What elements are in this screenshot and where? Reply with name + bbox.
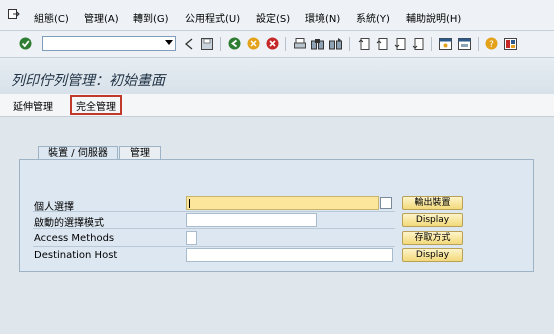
access-methods-label: Access Methods <box>34 233 115 244</box>
next-page-icon[interactable] <box>393 37 406 50</box>
row-divider <box>33 228 395 229</box>
chevron-down-icon[interactable] <box>165 40 173 45</box>
page-title: 列印佇列管理：初始畫面 <box>11 73 165 89</box>
menu-system[interactable]: 系統(Y) <box>356 10 390 25</box>
access-methods-field[interactable] <box>186 231 197 245</box>
enter-icon[interactable] <box>19 37 32 50</box>
destination-host-display-button[interactable]: Display <box>402 248 463 262</box>
history-back-icon[interactable] <box>182 37 195 50</box>
previous-page-icon[interactable] <box>375 37 388 50</box>
find-next-icon[interactable] <box>329 37 342 50</box>
new-session-icon[interactable] <box>439 37 452 50</box>
help-icon[interactable]: ? <box>485 37 498 50</box>
shortcut-icon[interactable] <box>458 37 471 50</box>
menu-utilities[interactable]: 公用程式(U) <box>185 10 240 25</box>
row-divider <box>33 211 395 212</box>
find-icon[interactable] <box>311 37 324 50</box>
text-cursor <box>189 199 190 208</box>
menu-administration[interactable]: 管理(A) <box>84 10 119 25</box>
layout-icon[interactable] <box>504 37 517 50</box>
value-help-icon[interactable] <box>380 197 392 209</box>
menu-help[interactable]: 輔助說明(H) <box>406 10 461 25</box>
row-divider <box>33 246 395 247</box>
personal-selection-field[interactable] <box>186 196 379 210</box>
svg-text:?: ? <box>489 40 494 50</box>
menu-configuration[interactable]: 組態(C) <box>34 10 69 25</box>
selection-mode-label: 啟動的選擇模式 <box>34 218 104 229</box>
standard-toolbar: ? <box>0 31 554 58</box>
output-device-button[interactable]: 輸出裝置 <box>402 196 463 210</box>
tab-administration[interactable]: 管理 <box>119 146 161 160</box>
toolbar-separator <box>431 37 432 51</box>
command-field[interactable] <box>42 36 176 51</box>
print-icon[interactable] <box>293 37 306 50</box>
status-area <box>0 290 554 334</box>
full-admin-button[interactable]: 完全管理 <box>76 98 116 113</box>
exit-icon[interactable] <box>247 37 260 50</box>
menu-bar: 組態(C) 管理(A) 轉到(G) 公用程式(U) 設定(S) 環境(N) 系統… <box>0 0 554 31</box>
toolbar-separator <box>220 37 221 51</box>
back-icon[interactable] <box>228 37 241 50</box>
selection-mode-display-button[interactable]: Display <box>402 213 463 227</box>
extended-admin-button[interactable]: 延伸管理 <box>13 98 53 113</box>
tab-devices-servers[interactable]: 裝置 / 伺服器 <box>38 146 118 160</box>
first-page-icon[interactable] <box>357 37 370 50</box>
menu-environment[interactable]: 環境(N) <box>305 10 340 25</box>
toolbar-separator <box>349 37 350 51</box>
destination-host-field[interactable] <box>186 248 393 262</box>
selection-mode-field[interactable] <box>186 213 317 227</box>
menu-exit-icon[interactable] <box>8 9 20 19</box>
cancel-icon[interactable] <box>266 37 279 50</box>
menu-goto[interactable]: 轉到(G) <box>133 10 169 25</box>
save-icon[interactable] <box>200 37 213 50</box>
menu-settings[interactable]: 設定(S) <box>256 10 290 25</box>
access-methods-button[interactable]: 存取方式 <box>402 231 463 245</box>
toolbar-separator <box>285 37 286 51</box>
last-page-icon[interactable] <box>411 37 424 50</box>
destination-host-label: Destination Host <box>34 250 118 261</box>
toolbar-separator <box>478 37 479 51</box>
